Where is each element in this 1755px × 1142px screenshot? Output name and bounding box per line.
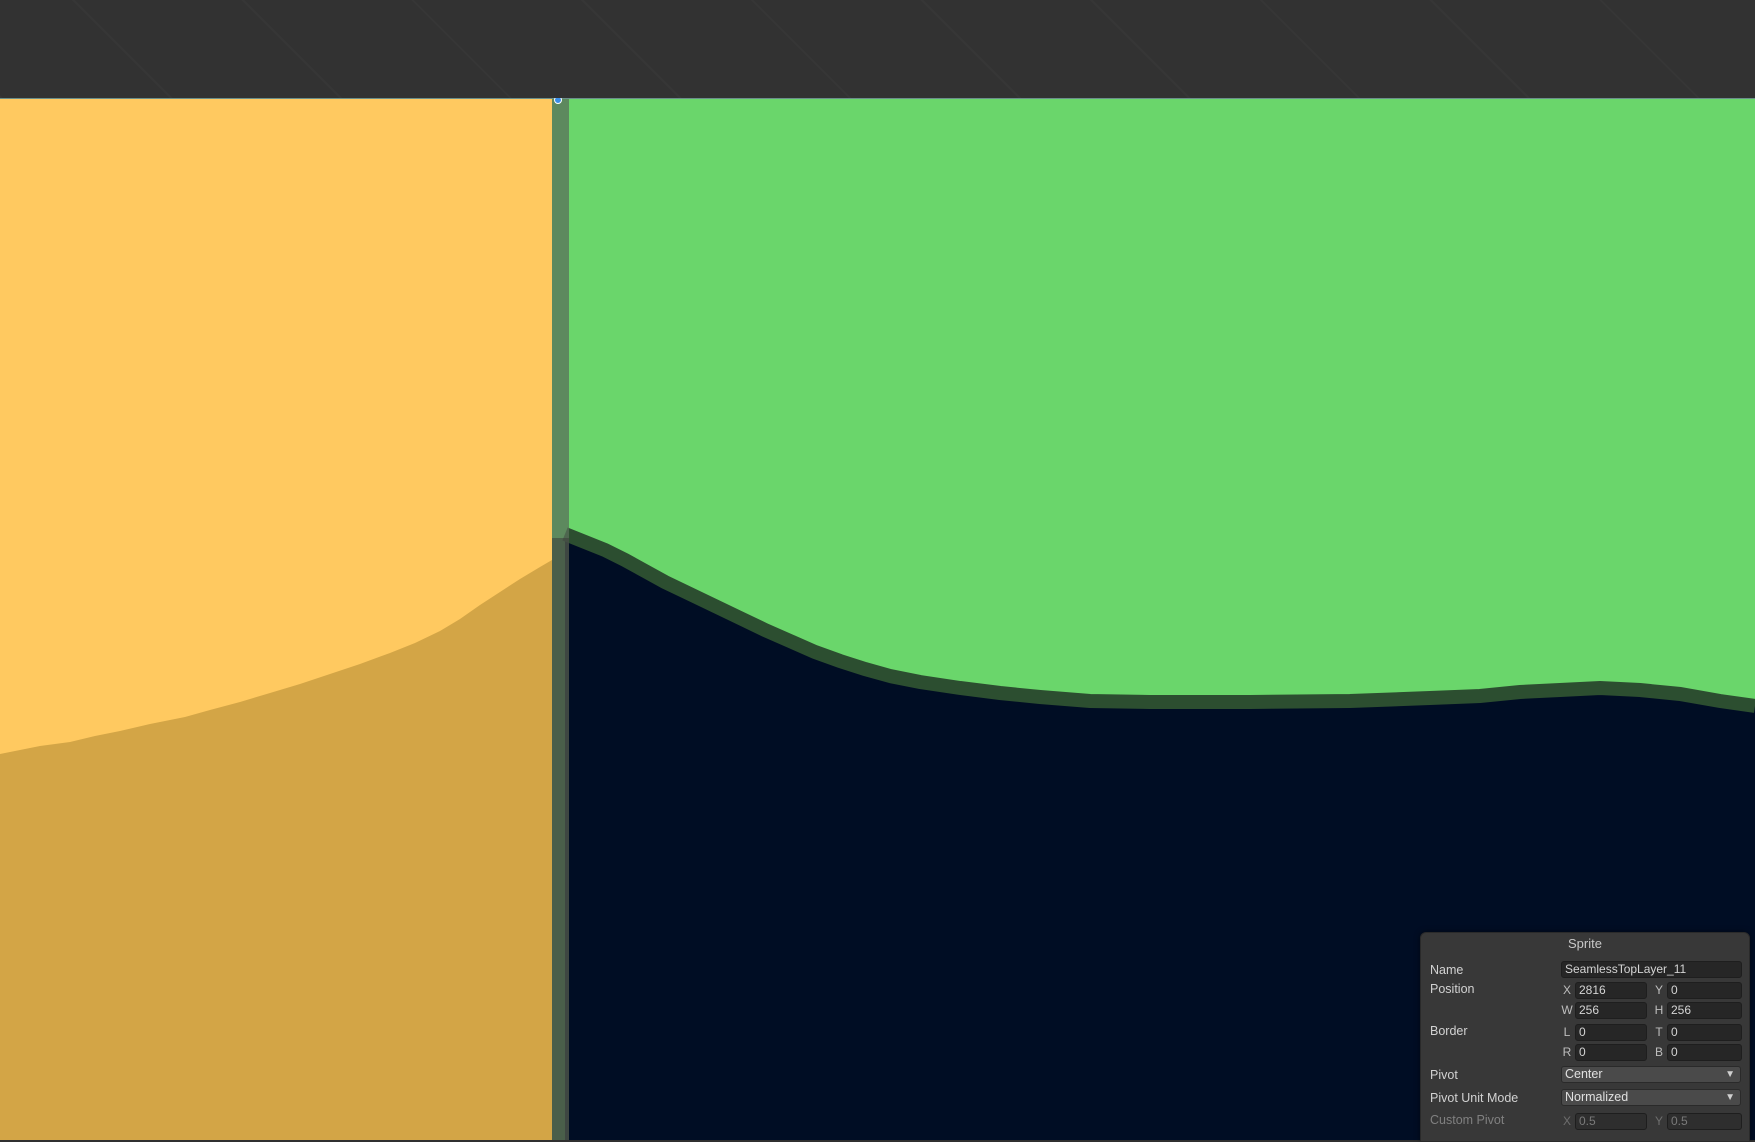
custom-pivot-label: Custom Pivot [1430, 1113, 1505, 1127]
custom-pivot-x-axis: X [1562, 1114, 1571, 1128]
panel-title: Sprite [1568, 936, 1602, 951]
sprite-name-field[interactable]: SeamlessTopLayer_11 [1561, 961, 1742, 978]
custom-pivot-x-field: 0.5 [1575, 1113, 1647, 1130]
border-r-axis: R [1562, 1045, 1572, 1059]
custom-pivot-y-axis: Y [1654, 1114, 1663, 1128]
border-t-field[interactable]: 0 [1667, 1024, 1742, 1041]
sprite-editor-panel: Sprite Name SeamlessTopLayer_11 Position… [1420, 932, 1750, 1142]
chevron-down-icon: ▼ [1725, 1092, 1735, 1103]
position-y-axis: Y [1654, 983, 1663, 997]
custom-pivot-y-field: 0.5 [1667, 1113, 1742, 1130]
position-label: Position [1430, 982, 1475, 996]
border-b-axis: B [1654, 1045, 1663, 1059]
position-x-axis: X [1562, 983, 1571, 997]
border-b-field[interactable]: 0 [1667, 1044, 1742, 1061]
editor-top-background [0, 0, 1755, 98]
position-x-field[interactable]: 2816 [1575, 982, 1647, 999]
border-label: Border [1430, 1024, 1468, 1038]
position-w-axis: W [1561, 1003, 1573, 1017]
position-h-axis: H [1654, 1003, 1664, 1017]
pivot-label: Pivot [1430, 1068, 1458, 1082]
border-l-axis: L [1563, 1025, 1571, 1039]
border-l-field[interactable]: 0 [1575, 1024, 1647, 1041]
sprite-slice-divider-dark [552, 538, 569, 1140]
position-h-field[interactable]: 256 [1667, 1002, 1742, 1019]
name-label: Name [1430, 963, 1464, 977]
border-r-field[interactable]: 0 [1575, 1044, 1647, 1061]
position-y-field[interactable]: 0 [1667, 982, 1742, 999]
chevron-down-icon: ▼ [1725, 1069, 1735, 1080]
position-w-field[interactable]: 256 [1575, 1002, 1647, 1019]
pivot-unit-mode-label: Pivot Unit Mode [1430, 1091, 1519, 1105]
slice-corner-handle [554, 98, 562, 104]
pivot-unit-mode-dropdown[interactable]: Normalized ▼ [1561, 1089, 1741, 1106]
pivot-dropdown[interactable]: Center ▼ [1561, 1066, 1741, 1083]
pivot-unit-mode-value: Normalized [1565, 1090, 1629, 1104]
pivot-dropdown-value: Center [1565, 1067, 1603, 1081]
border-t-axis: T [1655, 1025, 1663, 1039]
